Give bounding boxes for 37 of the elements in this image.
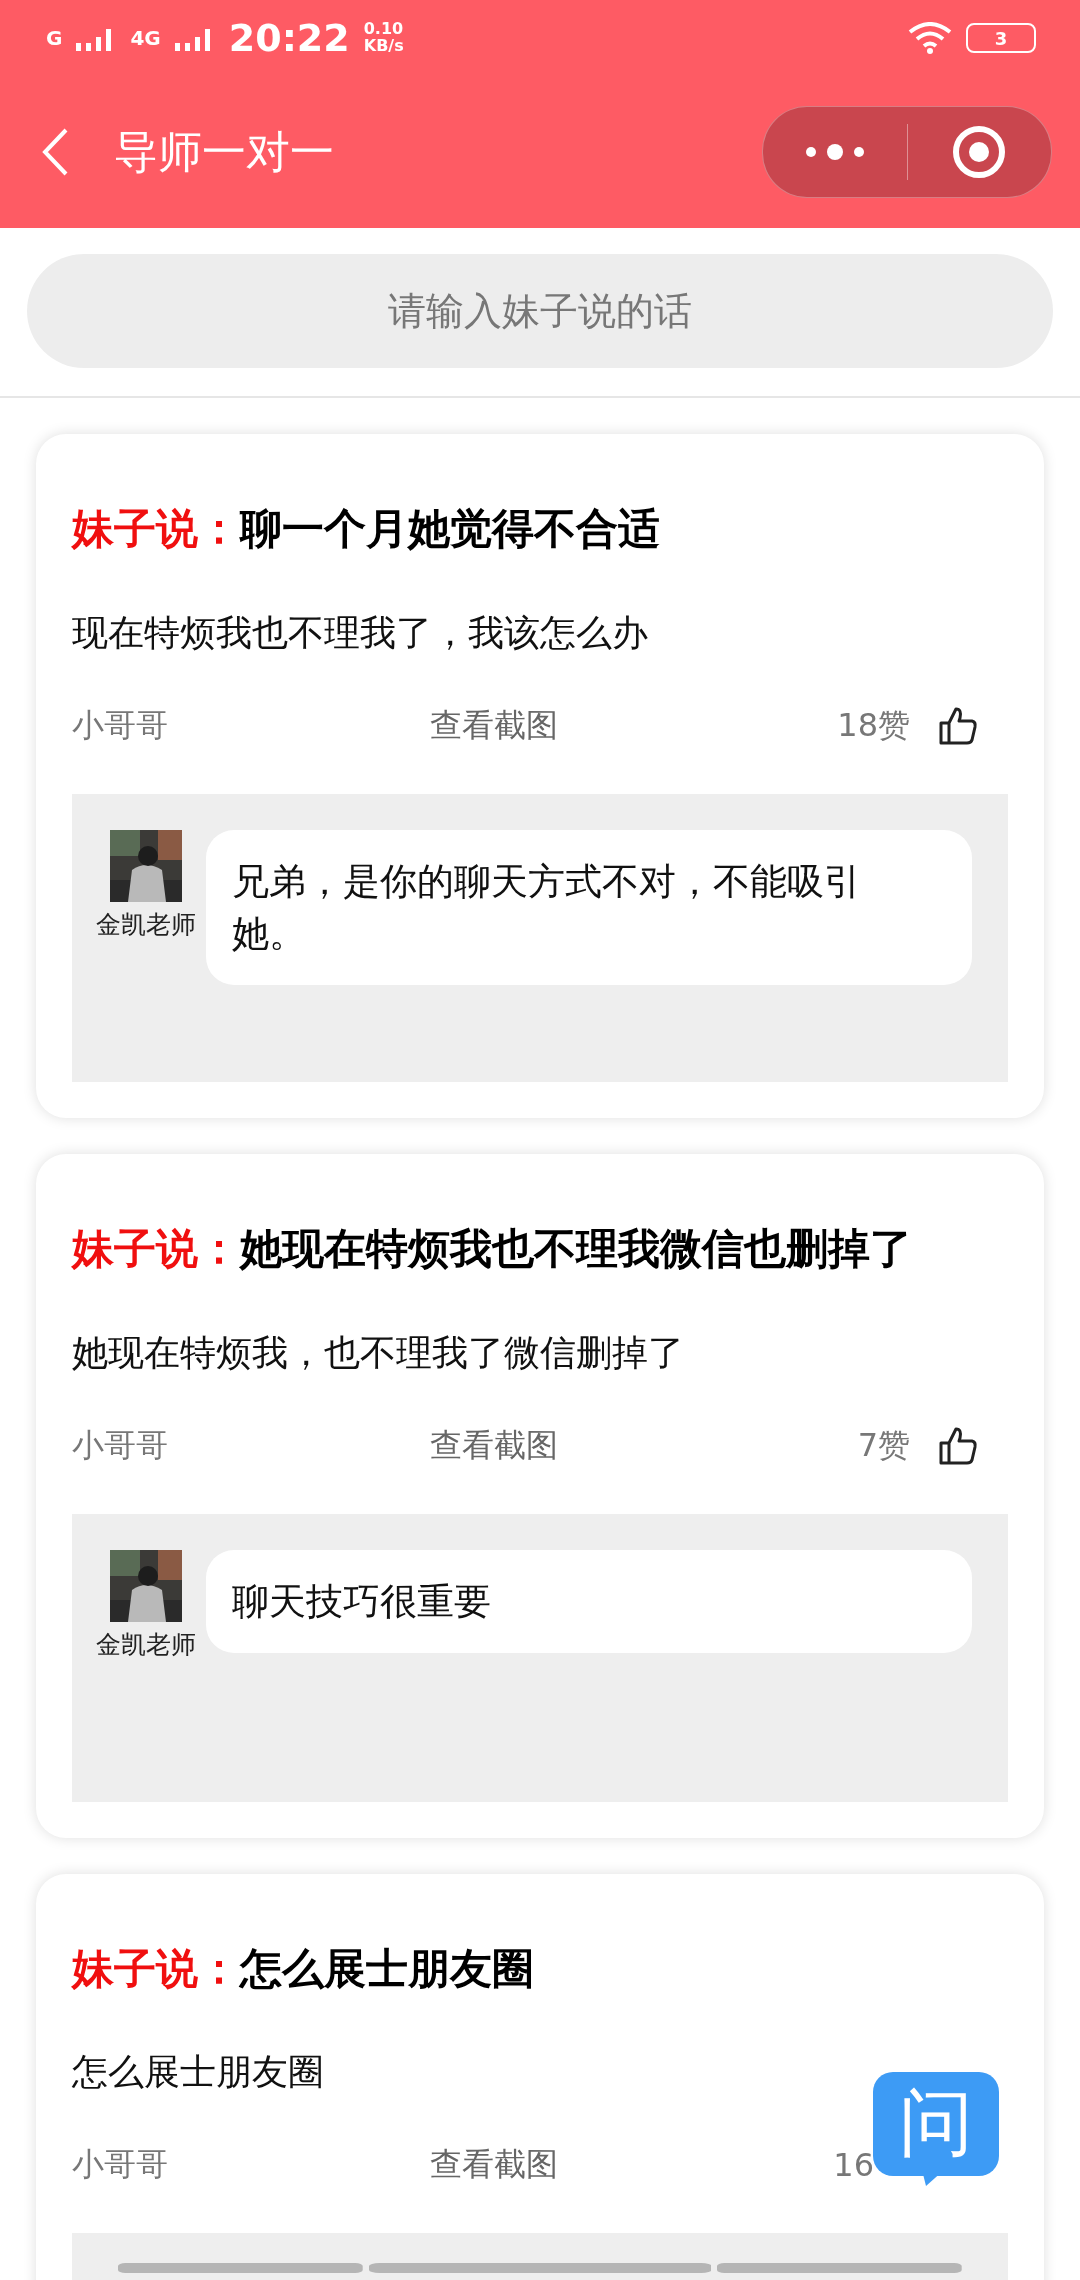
screenshot-link[interactable]: 查看截图 bbox=[430, 1423, 558, 1468]
battery-icon: 3 bbox=[966, 23, 1036, 53]
screenshot-link[interactable]: 查看截图 bbox=[430, 2143, 558, 2188]
page-title: 导师一对一 bbox=[114, 124, 335, 179]
reply-bubble: 兄弟，是你的聊天方式不对，不能吸引她。 bbox=[206, 829, 972, 986]
post-body: 现在特烦我也不理我了，我该怎么办 bbox=[72, 610, 649, 655]
status-time: 20:22 bbox=[228, 16, 350, 60]
wifi-icon bbox=[908, 22, 952, 54]
post-title: 她现在特烦我也不理我微信也删掉了 bbox=[240, 1222, 912, 1275]
screenshot-link[interactable]: 查看截图 bbox=[430, 703, 558, 748]
author-name: 小哥哥 bbox=[72, 1424, 169, 1466]
post-prefix: 妹子说： bbox=[72, 1942, 240, 1995]
reply-bubble: 聊天技巧很重要 bbox=[206, 1549, 972, 1654]
post-body: 她现在特烦我，也不理我了微信删掉了 bbox=[72, 1330, 685, 1375]
target-icon bbox=[952, 125, 1007, 179]
more-icon bbox=[804, 144, 865, 160]
thumbs-up-icon[interactable] bbox=[938, 1425, 978, 1466]
like-count: 18赞 bbox=[837, 704, 910, 746]
author-name: 小哥哥 bbox=[72, 2144, 169, 2186]
post-title: 聊一个月她觉得不合适 bbox=[240, 503, 660, 555]
signal-label: G bbox=[46, 28, 63, 48]
speed-unit: KB/s bbox=[363, 38, 404, 55]
search-field[interactable]: 请输入妹子说的话 bbox=[27, 254, 1053, 368]
teacher-name: 金凯老师 bbox=[96, 1628, 196, 1661]
teacher-name: 金凯老师 bbox=[96, 908, 196, 941]
author-name: 小哥哥 bbox=[72, 704, 169, 746]
post-body: 怎么展士朋友圈 bbox=[72, 2050, 325, 2095]
post-prefix: 妹子说： bbox=[72, 1222, 240, 1275]
thumbs-up-icon[interactable] bbox=[938, 705, 978, 746]
like-count: 7赞 bbox=[857, 1424, 910, 1466]
speed-value: 0.10 bbox=[363, 21, 404, 38]
post-prefix: 妹子说： bbox=[72, 503, 240, 555]
network-label: 4G bbox=[130, 28, 161, 48]
back-icon[interactable] bbox=[40, 127, 70, 177]
like-count: 16 bbox=[833, 2146, 874, 2185]
post-title: 怎么展士朋友圈 bbox=[240, 1942, 534, 1995]
ask-button[interactable]: 问 bbox=[873, 2072, 999, 2176]
